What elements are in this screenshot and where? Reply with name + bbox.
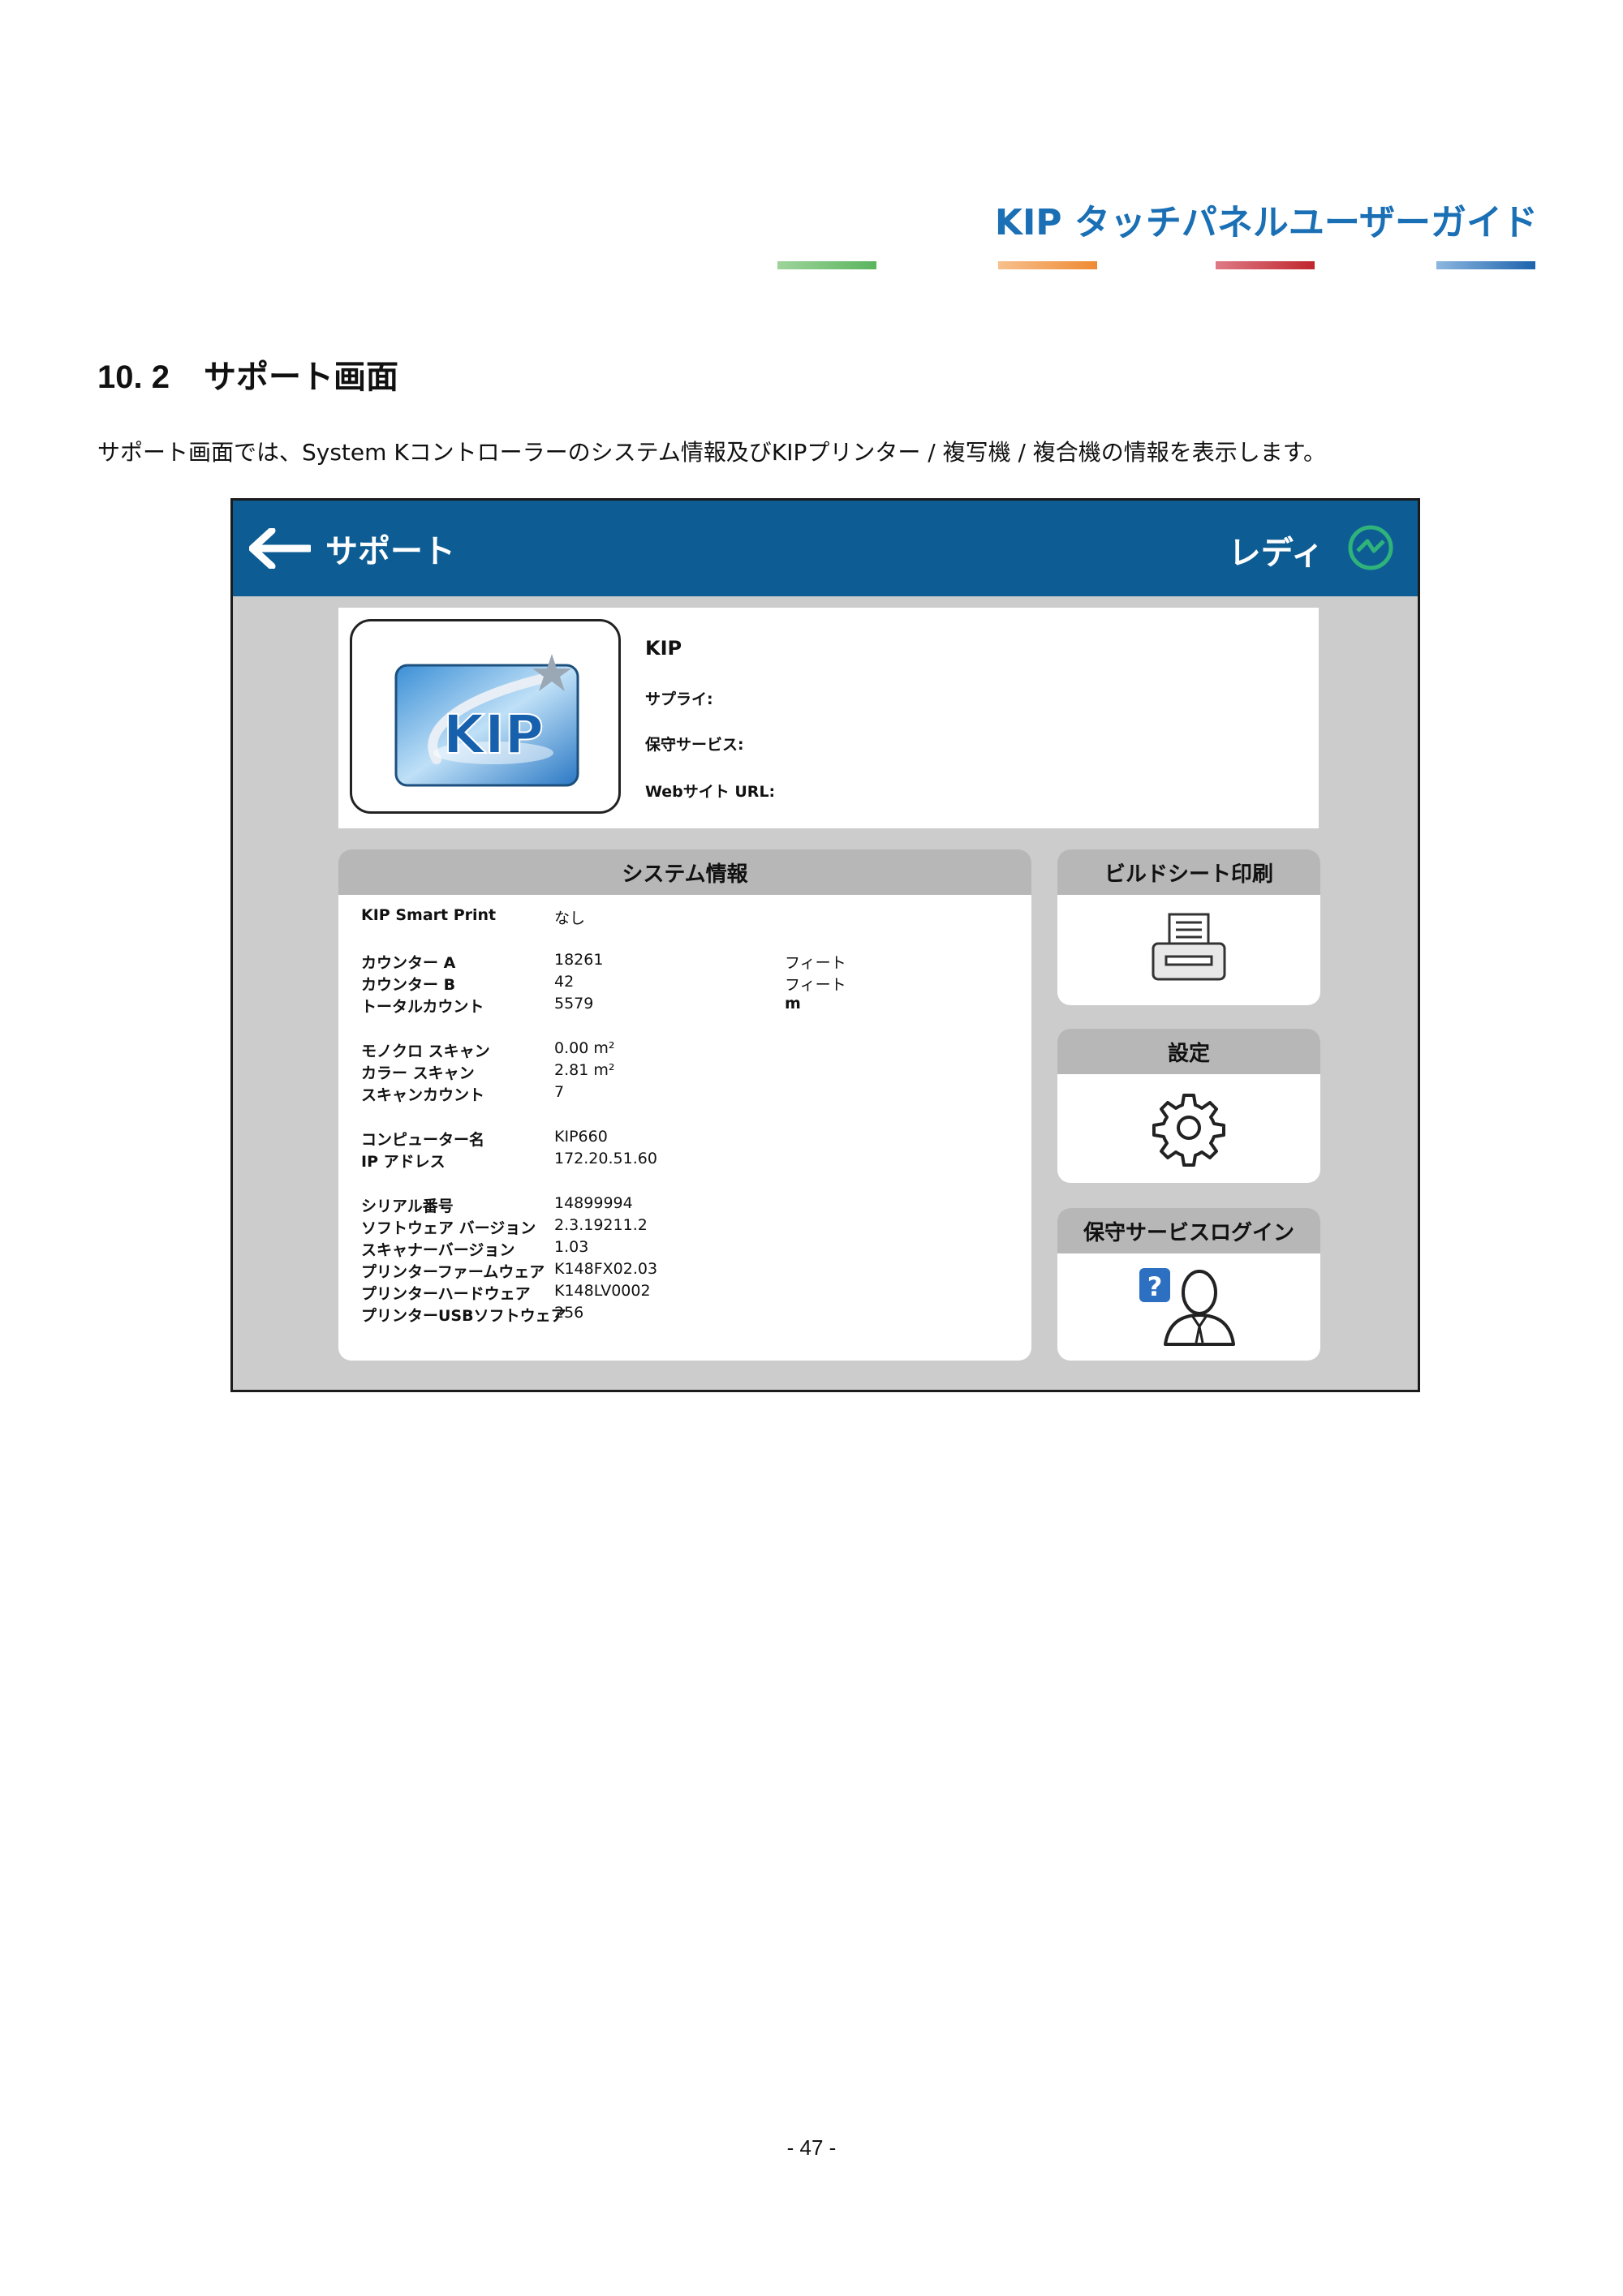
info-row: IP アドレス 172.20.51.60	[361, 1150, 1010, 1172]
accent-bar-blue	[1436, 261, 1535, 269]
page-number: - 47 -	[786, 2135, 837, 2160]
intro-paragraph: サポート画面では、System Kコントローラーのシステム情報及びKIPプリンタ…	[97, 439, 1327, 466]
info-value: 18261	[554, 951, 604, 969]
info-row: プリンターファームウェア K148FX02.03	[361, 1260, 1010, 1282]
status-text: レディ	[1228, 535, 1324, 572]
info-value: 5579	[554, 995, 594, 1013]
info-value: 1.03	[554, 1238, 589, 1256]
info-label: プリンターファームウェア	[361, 1263, 545, 1281]
info-label: IP アドレス	[361, 1153, 446, 1171]
info-row: スキャンカウント 7	[361, 1083, 1010, 1105]
top-bar: サポート レディ	[233, 501, 1418, 596]
info-value: なし	[554, 909, 586, 927]
info-row: プリンターハードウェア K148LV0002	[361, 1282, 1010, 1304]
info-label: KIP Smart Print	[361, 906, 497, 924]
service-login-label: 保守サービスログイン	[1057, 1208, 1320, 1253]
system-info-header: システム情報	[338, 849, 1031, 895]
kip-logo-icon: KIP	[394, 654, 579, 787]
kip-logo-box: KIP	[350, 619, 621, 814]
website-label: Webサイト URL:	[645, 783, 776, 801]
info-label: カウンター B	[361, 976, 456, 994]
supply-label: サプライ:	[645, 690, 713, 708]
info-row: モノクロ スキャン 0.00 m²	[361, 1039, 1010, 1061]
info-label: シリアル番号	[361, 1197, 454, 1215]
info-label: カウンター A	[361, 954, 456, 972]
info-value: 172.20.51.60	[554, 1150, 657, 1167]
info-value: K148LV0002	[554, 1282, 651, 1300]
info-unit: フィート	[785, 954, 846, 972]
info-row: カウンター A 18261 フィート	[361, 951, 1010, 973]
info-value: 0.00 m²	[554, 1039, 615, 1057]
info-value: K148FX02.03	[554, 1260, 658, 1278]
kip-logo-text: KIP	[443, 703, 544, 766]
svg-text:?: ?	[1147, 1271, 1163, 1302]
back-arrow-icon[interactable]	[249, 528, 311, 569]
info-unit: m	[785, 995, 801, 1013]
build-sheet-label: ビルドシート印刷	[1057, 849, 1320, 895]
settings-label: 設定	[1057, 1029, 1320, 1074]
info-value: 7	[554, 1083, 565, 1101]
info-label: トータルカウント	[361, 998, 484, 1016]
info-value: 256	[554, 1304, 584, 1322]
info-label: プリンターUSBソフトウェア	[361, 1307, 566, 1325]
info-unit: フィート	[785, 976, 846, 994]
system-info-table: KIP Smart Print なし カウンター A 18261 フィート カウ…	[361, 906, 1010, 1326]
info-value: 2.3.19211.2	[554, 1216, 648, 1234]
gear-icon	[1152, 1094, 1225, 1167]
support-screen: サポート レディ KIP KIP サプライ: 保守サービス: Webサイト UR…	[230, 498, 1420, 1392]
info-label: スキャナーバージョン	[361, 1241, 515, 1259]
info-label: モノクロ スキャン	[361, 1043, 490, 1060]
info-row: プリンターUSBソフトウェア 256	[361, 1304, 1010, 1326]
system-info-panel: システム情報 KIP Smart Print なし カウンター A 18261 …	[338, 849, 1031, 1361]
info-label: カラー スキャン	[361, 1064, 475, 1082]
ready-status-icon	[1348, 525, 1393, 570]
accent-bar-green	[777, 261, 876, 269]
screen-title: サポート	[325, 533, 455, 570]
info-label: ソフトウェア バージョン	[361, 1219, 536, 1237]
info-row: トータルカウント 5579 m	[361, 995, 1010, 1017]
info-row: カウンター B 42 フィート	[361, 973, 1010, 995]
document-title: KIP タッチパネルユーザーガイド	[994, 202, 1538, 243]
info-value: 14899994	[554, 1194, 633, 1212]
build-sheet-button[interactable]: ビルドシート印刷	[1057, 849, 1320, 1005]
info-label: プリンターハードウェア	[361, 1285, 531, 1303]
section-title: サポート画面	[203, 359, 398, 396]
info-label: スキャンカウント	[361, 1086, 485, 1104]
info-value: 2.81 m²	[554, 1061, 615, 1079]
printer-icon	[1152, 913, 1226, 981]
info-row: カラー スキャン 2.81 m²	[361, 1061, 1010, 1083]
info-label: コンピューター名	[361, 1131, 485, 1149]
info-row: ソフトウェア バージョン 2.3.19211.2	[361, 1216, 1010, 1238]
service-login-button[interactable]: 保守サービスログイン ?	[1057, 1208, 1320, 1361]
accent-bar-orange	[998, 261, 1097, 269]
service-label: 保守サービス:	[645, 736, 744, 754]
section-heading: 10. 2 サポート画面	[97, 350, 398, 398]
kip-info-panel: KIP KIP サプライ: 保守サービス: Webサイト URL:	[338, 608, 1319, 828]
info-value: KIP660	[554, 1128, 608, 1146]
info-value: 42	[554, 973, 575, 991]
settings-button[interactable]: 設定	[1057, 1029, 1320, 1183]
info-row: シリアル番号 14899994	[361, 1194, 1010, 1216]
info-name: KIP	[645, 637, 682, 660]
service-login-icon: ?	[1139, 1268, 1235, 1346]
info-row: KIP Smart Print なし	[361, 906, 1010, 928]
info-row: スキャナーバージョン 1.03	[361, 1238, 1010, 1260]
info-row: コンピューター名 KIP660	[361, 1128, 1010, 1150]
accent-bar-red	[1216, 261, 1315, 269]
section-number: 10. 2	[97, 359, 170, 395]
